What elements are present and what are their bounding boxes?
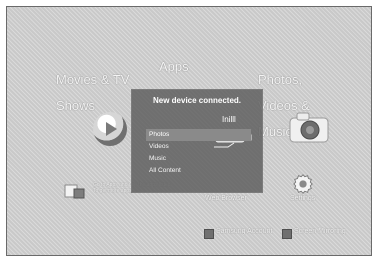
- content-type-list: Photos Videos Music All Content: [146, 129, 251, 177]
- new-device-dialog: New device connected. Inilll Photos Vide…: [131, 89, 263, 193]
- movies-tv-line1: Movies & TV: [56, 72, 130, 87]
- movies-tv-line2: Shows: [56, 98, 96, 113]
- apps-title[interactable]: Apps: [159, 60, 189, 73]
- apps-promo-icon: [64, 184, 85, 199]
- screen-mirroring-key-icon: [282, 229, 292, 239]
- photos-line1: Photos,: [258, 72, 303, 87]
- web-browser-label[interactable]: Web Browser: [205, 195, 247, 202]
- movies-tv-play-icon[interactable]: [93, 112, 127, 146]
- tv-screen: Movies & TV Shows Apps Photos, Videos & …: [6, 6, 372, 256]
- photos-camera-icon[interactable]: [288, 110, 330, 144]
- dialog-title: New device connected.: [152, 96, 242, 105]
- apps-promo-line2: To get more apps: [93, 188, 132, 194]
- photos-line3: Music: [258, 124, 292, 139]
- screen-mirroring-label[interactable]: Screen Mirroring: [294, 228, 346, 235]
- option-music[interactable]: Music: [146, 153, 251, 165]
- option-videos[interactable]: Videos: [146, 141, 251, 153]
- settings-gear-icon[interactable]: [292, 173, 314, 195]
- samsung-account-label[interactable]: Samsung Account: [216, 228, 272, 235]
- settings-label: Settings: [290, 195, 316, 202]
- samsung-account-key-icon: [204, 229, 214, 239]
- movies-tv-title[interactable]: Movies & TV Shows: [56, 60, 129, 112]
- option-photos[interactable]: Photos: [146, 129, 251, 141]
- option-all-content[interactable]: All Content: [146, 165, 251, 177]
- play-icon: [106, 122, 117, 136]
